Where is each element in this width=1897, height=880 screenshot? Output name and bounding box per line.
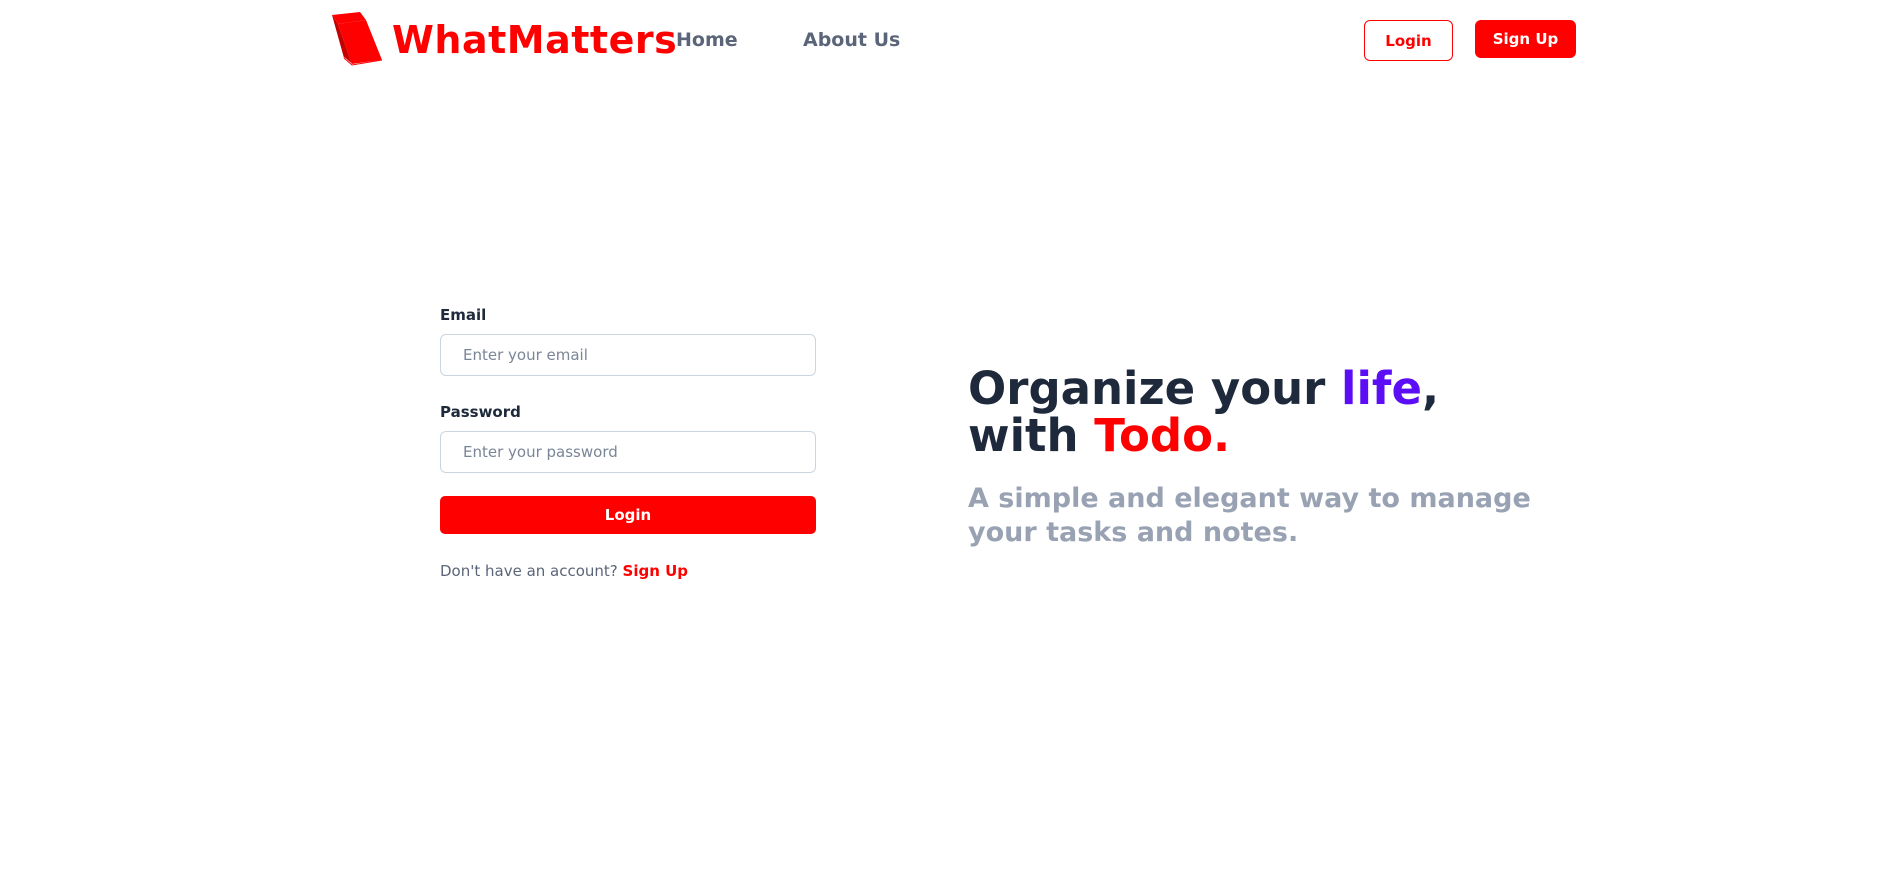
login-form: Email Password Login Don't have an accou… — [440, 305, 816, 581]
password-input[interactable] — [440, 431, 816, 473]
book-icon — [332, 12, 383, 67]
signup-link[interactable]: Sign Up — [623, 562, 689, 580]
hero-highlight-life: life — [1341, 362, 1422, 415]
hero-title-comma: , — [1421, 362, 1440, 415]
header-signup-button[interactable]: Sign Up — [1475, 20, 1576, 58]
nav-link-about-us[interactable]: About Us — [803, 27, 900, 53]
nav-link-home[interactable]: Home — [676, 27, 738, 53]
hero-subtitle-line1: A simple and elegant way to manage — [968, 483, 1531, 514]
hero-section: Organize your life, with Todo. A simple … — [968, 365, 1531, 550]
hero-title-text: Organize your — [968, 362, 1342, 415]
password-label: Password — [440, 403, 521, 421]
email-input[interactable] — [440, 334, 816, 376]
hero-subtitle-line2: your tasks and notes. — [968, 517, 1299, 548]
login-submit-button[interactable]: Login — [440, 496, 816, 534]
header-login-button[interactable]: Login — [1364, 20, 1453, 61]
hero-highlight-todo: Todo. — [1094, 409, 1231, 462]
no-account-text: Don't have an account? — [440, 562, 623, 580]
email-label: Email — [440, 306, 487, 324]
top-navbar: WhatMatters Home About Us Login Sign Up — [0, 0, 1897, 80]
brand-name: WhatMatters — [392, 18, 678, 62]
hero-subtitle: A simple and elegant way to manage your … — [968, 482, 1531, 550]
signup-prompt: Don't have an account? Sign Up — [440, 561, 816, 581]
hero-title-line2: with — [968, 409, 1095, 462]
brand-logo[interactable]: WhatMatters — [330, 12, 677, 68]
hero-title: Organize your life, with Todo. — [968, 365, 1531, 459]
